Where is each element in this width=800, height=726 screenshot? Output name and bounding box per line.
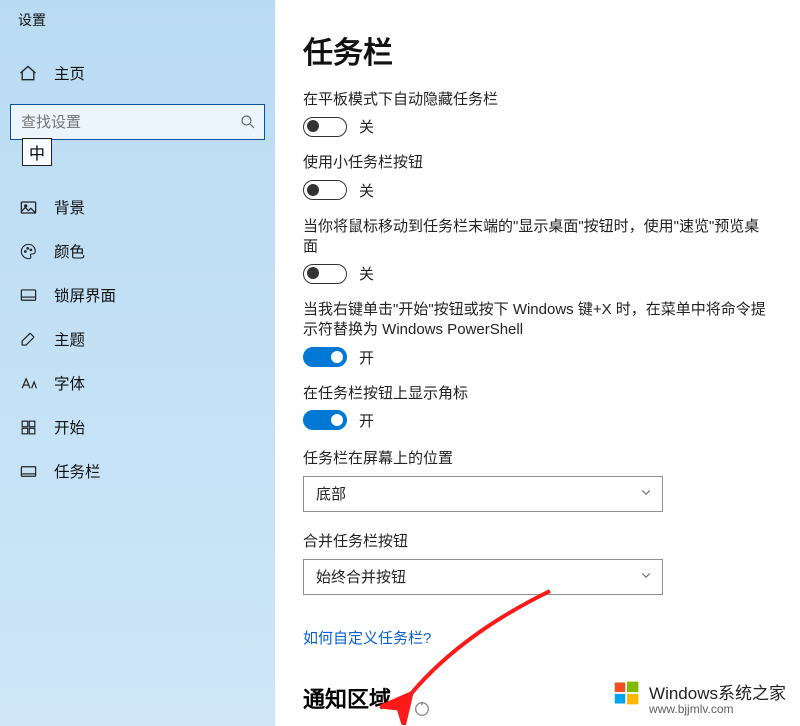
start-menu-icon	[18, 417, 38, 437]
picture-icon	[18, 197, 38, 217]
toggle-state: 开	[359, 347, 374, 368]
toggle-state: 开	[359, 410, 374, 431]
page-title: 任务栏	[303, 28, 772, 72]
windows-logo-icon	[613, 679, 641, 707]
dropdown-value: 底部	[316, 483, 346, 504]
taskbar-position-label: 任务栏在屏幕上的位置	[303, 447, 772, 468]
site-watermark: Windows系统之家 www.bjjmlv.com	[613, 679, 786, 716]
setting-desc: 当你将鼠标移动到任务栏末端的"显示桌面"按钮时，使用"速览"预览桌面	[303, 217, 772, 258]
sidebar-item-background[interactable]: 背景	[0, 185, 275, 229]
sidebar-item-label: 字体	[54, 372, 85, 394]
chevron-down-icon	[640, 485, 652, 502]
font-icon	[18, 373, 38, 393]
brush-icon	[18, 329, 38, 349]
sidebar-item-label: 任务栏	[54, 460, 101, 482]
watermark-title: Windows系统之家	[649, 679, 786, 704]
sidebar-item-taskbar[interactable]: 任务栏	[0, 449, 275, 493]
setting-desc: 在平板模式下自动隐藏任务栏	[303, 90, 772, 110]
taskbar-position-dropdown[interactable]: 底部	[303, 476, 663, 512]
link-customize-taskbar[interactable]: 如何自定义任务栏?	[303, 627, 431, 648]
settings-label: 设置	[0, 6, 275, 38]
setting-desc: 使用小任务栏按钮	[303, 153, 772, 173]
sidebar-item-themes[interactable]: 主题	[0, 317, 275, 361]
home-icon	[18, 63, 38, 83]
dropdown-value: 始终合并按钮	[316, 566, 406, 587]
ime-badge[interactable]: 中	[22, 138, 52, 166]
sidebar-item-label: 主题	[54, 328, 85, 350]
sidebar-item-colors[interactable]: 颜色	[0, 229, 275, 273]
toggle-state: 关	[359, 180, 374, 201]
sidebar-item-lockscreen[interactable]: 锁屏界面	[0, 273, 275, 317]
lockscreen-icon	[18, 285, 38, 305]
setting-badges: 在任务栏按钮上显示角标 开	[303, 384, 772, 431]
setting-desc: 在任务栏按钮上显示角标	[303, 384, 772, 404]
toggle-auto-hide-tablet[interactable]	[303, 117, 347, 137]
sidebar-item-label: 锁屏界面	[54, 284, 116, 306]
sidebar-search	[10, 104, 265, 140]
toggle-state: 关	[359, 116, 374, 137]
search-icon	[239, 113, 257, 131]
sidebar-item-label: 背景	[54, 196, 85, 218]
setting-small-buttons: 使用小任务栏按钮 关	[303, 153, 772, 200]
combine-dropdown[interactable]: 始终合并按钮	[303, 559, 663, 595]
combine-label: 合并任务栏按钮	[303, 530, 772, 551]
sidebar-item-label: 颜色	[54, 240, 85, 262]
chevron-down-icon	[640, 568, 652, 585]
palette-icon	[18, 241, 38, 261]
toggle-state: 关	[359, 263, 374, 284]
settings-main: 任务栏 在平板模式下自动隐藏任务栏 关 使用小任务栏按钮 关 当你将鼠标移动到任…	[275, 0, 800, 726]
sidebar-home[interactable]: 主页	[0, 52, 275, 94]
taskbar-icon	[18, 461, 38, 481]
settings-sidebar: 设置 主页 中 背景	[0, 0, 275, 726]
setting-peek-desktop: 当你将鼠标移动到任务栏末端的"显示桌面"按钮时，使用"速览"预览桌面 关	[303, 217, 772, 285]
toggle-powershell[interactable]	[303, 347, 347, 367]
sidebar-item-fonts[interactable]: 字体	[0, 361, 275, 405]
setting-desc: 当我右键单击"开始"按钮或按下 Windows 键+X 时，在菜单中将命令提示符…	[303, 300, 772, 341]
sidebar-item-start[interactable]: 开始	[0, 405, 275, 449]
setting-powershell: 当我右键单击"开始"按钮或按下 Windows 键+X 时，在菜单中将命令提示符…	[303, 300, 772, 368]
watermark-url: www.bjjmlv.com	[649, 702, 786, 716]
search-input[interactable]	[10, 104, 265, 140]
cursor-icon	[413, 700, 431, 723]
toggle-small-buttons[interactable]	[303, 180, 347, 200]
sidebar-home-label: 主页	[54, 62, 85, 84]
toggle-badges[interactable]	[303, 410, 347, 430]
toggle-peek-desktop[interactable]	[303, 264, 347, 284]
setting-auto-hide-tablet: 在平板模式下自动隐藏任务栏 关	[303, 90, 772, 137]
sidebar-item-label: 开始	[54, 416, 85, 438]
